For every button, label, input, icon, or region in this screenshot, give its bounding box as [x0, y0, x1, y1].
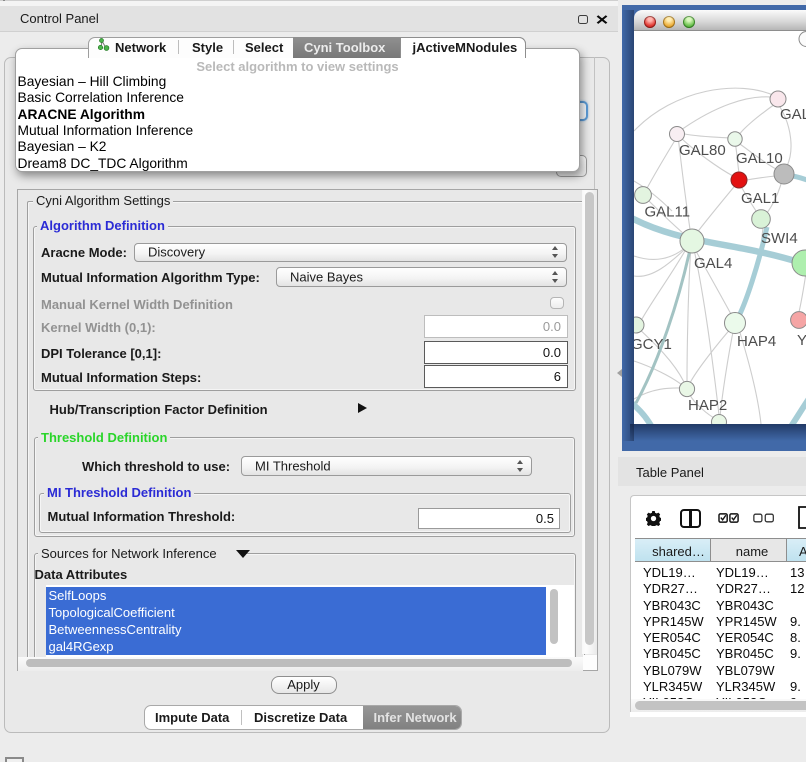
svg-text:GAL11: GAL11 — [645, 204, 691, 221]
svg-text:GAL10: GAL10 — [736, 150, 783, 167]
svg-text:HAP2: HAP2 — [688, 397, 727, 414]
svg-text:GAL80: GAL80 — [679, 142, 726, 159]
svg-text:GAL1: GAL1 — [741, 190, 779, 207]
svg-text:HAP4: HAP4 — [737, 333, 776, 350]
svg-text:YJ: YJ — [797, 332, 806, 349]
svg-text:GAL4: GAL4 — [694, 255, 732, 272]
svg-text:SWI4: SWI4 — [761, 230, 798, 247]
svg-text:GCY1: GCY1 — [634, 336, 672, 353]
svg-text:GAL80: GAL80 — [780, 106, 806, 123]
